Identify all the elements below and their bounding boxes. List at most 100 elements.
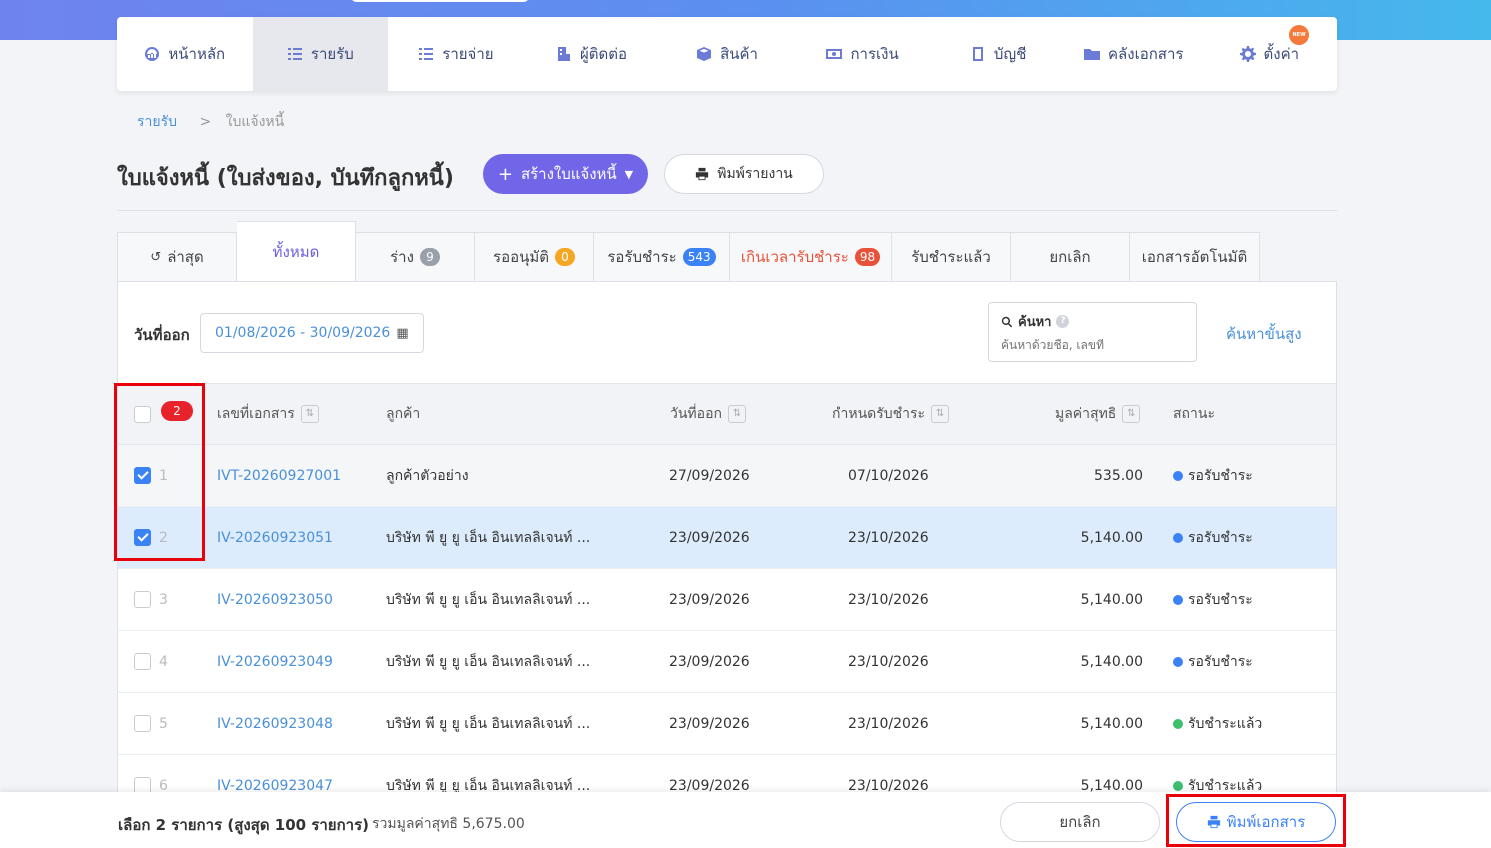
- nav-item-label: บัญชี: [993, 45, 1027, 63]
- dashboard-icon: [145, 47, 160, 61]
- nav-item-label: ผู้ติดต่อ: [579, 45, 627, 63]
- new-badge: NEW: [1289, 25, 1310, 45]
- issue-date: 23/09/2026: [669, 715, 750, 732]
- tab-all[interactable]: ทั้งหมด: [237, 221, 356, 282]
- doc-number-link[interactable]: IV-20260923048: [217, 693, 333, 754]
- nav-item-accounting[interactable]: บัญชี: [930, 17, 1066, 91]
- tab-auto-documents[interactable]: เอกสารอัตโนมัติ: [1130, 232, 1260, 282]
- product-box-icon: [697, 47, 712, 61]
- tab-count-badge: 9: [419, 248, 440, 266]
- tab-label: เกินเวลารับชำระ: [740, 248, 849, 266]
- date-range-picker[interactable]: 01/08/2026 - 30/09/2026 ▦: [200, 313, 424, 353]
- cancel-selection-button[interactable]: ยกเลิก: [1000, 802, 1160, 842]
- income-list-icon: [287, 48, 302, 60]
- tab-label: ทั้งหมด: [272, 242, 320, 261]
- row-checkbox[interactable]: [134, 653, 151, 670]
- status-dot: [1173, 470, 1183, 481]
- tab-awaiting-payment[interactable]: รอรับชำระ 543: [594, 232, 730, 282]
- status-dot: [1173, 718, 1183, 729]
- nav-item-products[interactable]: สินค้า: [659, 17, 795, 91]
- customer-name: บริษัท พี ยู ยู เอ็น อินเทลลิเจนท์ ...: [386, 529, 591, 546]
- issue-date: 23/09/2026: [669, 591, 750, 608]
- row-checkbox[interactable]: [134, 591, 151, 608]
- nav-item-contacts[interactable]: ผู้ติดต่อ: [524, 17, 660, 91]
- customer-name: บริษัท พี ยู ยู เอ็น อินเทลลิเจนท์ ...: [386, 715, 591, 732]
- breadcrumb-separator: >: [199, 114, 212, 130]
- doc-number-link[interactable]: IV-20260923050: [217, 569, 333, 630]
- tab-awaiting-approval[interactable]: รออนุมัติ 0: [475, 232, 594, 282]
- nav-item-settings[interactable]: ตั้งค่า NEW: [1202, 17, 1338, 91]
- status-tabs: ↺ ล่าสุด ทั้งหมด ร่าง 9 รออนุมัติ 0 รอรั…: [117, 221, 1260, 282]
- gear-icon: [1239, 46, 1256, 62]
- selection-count-text: เลือก 2 รายการ (สูงสุด 100 รายการ): [118, 816, 370, 834]
- customer-name: บริษัท พี ยู ยู เอ็น อินเทลลิเจนท์ ...: [386, 653, 591, 670]
- header-doc-no[interactable]: เลขที่เอกสาร ⇅: [217, 384, 319, 444]
- print-report-label: พิมพ์รายงาน: [717, 166, 793, 182]
- doc-number-link[interactable]: IV-20260923049: [217, 631, 333, 692]
- nav-item-label: หน้าหลัก: [168, 45, 226, 63]
- sort-icon[interactable]: ⇅: [931, 405, 950, 423]
- header-due-date[interactable]: กำหนดรับชำระ ⇅: [832, 384, 950, 444]
- help-icon: ?: [1056, 315, 1070, 328]
- status: รอรับชำระ: [1173, 445, 1253, 506]
- table-row[interactable]: 3 IV-20260923050 บริษัท พี ยู ยู เอ็น อิ…: [118, 569, 1336, 631]
- net-value: 5,140.00: [1080, 529, 1143, 546]
- tab-count-badge: 543: [682, 248, 716, 266]
- nav-item-expense[interactable]: รายจ่าย: [388, 17, 524, 91]
- tab-overdue[interactable]: เกินเวลารับชำระ 98: [730, 232, 892, 282]
- sort-icon[interactable]: ⇅: [300, 405, 319, 423]
- header-issue-date[interactable]: วันที่ออก ⇅: [670, 384, 746, 444]
- status-label: รอรับชำระ: [1188, 653, 1253, 670]
- header-net-value[interactable]: มูลค่าสุทธิ ⇅: [1055, 384, 1141, 444]
- create-invoice-button[interactable]: + สร้างใบแจ้งหนี้ ▼: [483, 154, 648, 194]
- table-row[interactable]: 1 IVT-20260927001 ลูกค้าตัวอย่าง 27/09/2…: [118, 445, 1336, 507]
- sort-icon[interactable]: ⇅: [1122, 405, 1141, 423]
- date-filter-label: วันที่ออก: [134, 326, 190, 344]
- header-customer: ลูกค้า: [386, 384, 420, 444]
- tab-label: ร่าง: [390, 248, 414, 266]
- due-date: 23/10/2026: [848, 529, 929, 546]
- tab-latest[interactable]: ↺ ล่าสุด: [117, 232, 237, 282]
- nav-item-home[interactable]: หน้าหลัก: [117, 17, 253, 91]
- tab-label: ล่าสุด: [167, 248, 204, 266]
- table-row[interactable]: 2 IV-20260923051 บริษัท พี ยู ยู เอ็น อิ…: [118, 507, 1336, 569]
- print-report-button[interactable]: พิมพ์รายงาน: [664, 154, 824, 194]
- customer-name: ลูกค้าตัวอย่าง: [386, 467, 469, 484]
- table-row[interactable]: 5 IV-20260923048 บริษัท พี ยู ยู เอ็น อิ…: [118, 693, 1336, 755]
- tab-paid[interactable]: รับชำระแล้ว: [892, 232, 1011, 282]
- sort-icon[interactable]: ⇅: [727, 405, 746, 423]
- header-label: กำหนดรับชำระ: [832, 406, 926, 422]
- expense-list-icon: [419, 48, 434, 60]
- doc-number-link[interactable]: IVT-20260927001: [217, 445, 341, 506]
- customer-name: บริษัท พี ยู ยู เอ็น อินเทลลิเจนท์ ...: [386, 591, 591, 608]
- header-label: สถานะ: [1173, 406, 1215, 422]
- status-dot: [1173, 594, 1183, 605]
- nav-item-income[interactable]: รายรับ: [252, 17, 389, 91]
- search-icon: [1001, 316, 1013, 327]
- status: รอรับชำระ: [1173, 507, 1253, 568]
- advanced-search-link[interactable]: ค้นหาขั้นสูง: [1226, 322, 1302, 346]
- nav-item-finance[interactable]: การเงิน: [795, 17, 931, 91]
- tab-count-badge: 98: [854, 248, 881, 266]
- row-checkbox[interactable]: [134, 715, 151, 732]
- table-row[interactable]: 4 IV-20260923049 บริษัท พี ยู ยู เอ็น อิ…: [118, 631, 1336, 693]
- due-date: 07/10/2026: [848, 467, 929, 484]
- tab-label: รออนุมัติ: [493, 248, 549, 266]
- tab-count-badge: 0: [554, 248, 575, 266]
- header-label: มูลค่าสุทธิ: [1055, 406, 1117, 422]
- doc-number-link[interactable]: IV-20260923051: [217, 507, 333, 568]
- breadcrumb-parent-link[interactable]: รายรับ: [137, 114, 177, 130]
- search-input[interactable]: [1001, 338, 1181, 352]
- date-range-value: 01/08/2026 - 30/09/2026: [215, 325, 391, 341]
- nav-item-documents[interactable]: คลังเอกสาร: [1066, 17, 1202, 91]
- net-value: 5,140.00: [1080, 715, 1143, 732]
- nav-item-label: การเงิน: [850, 45, 899, 63]
- tab-draft[interactable]: ร่าง 9: [356, 232, 475, 282]
- issue-date: 23/09/2026: [669, 529, 750, 546]
- tab-cancelled[interactable]: ยกเลิก: [1011, 232, 1130, 282]
- folder-icon: [1084, 49, 1101, 60]
- row-number: 5: [159, 715, 168, 732]
- main-nav: หน้าหลัก รายรับ รายจ่าย ผู้ติดต่อ สินค้า…: [117, 17, 1337, 91]
- selection-sum-text: รวมมูลค่าสุทธิ 5,675.00: [372, 816, 525, 832]
- printer-icon: [696, 167, 709, 181]
